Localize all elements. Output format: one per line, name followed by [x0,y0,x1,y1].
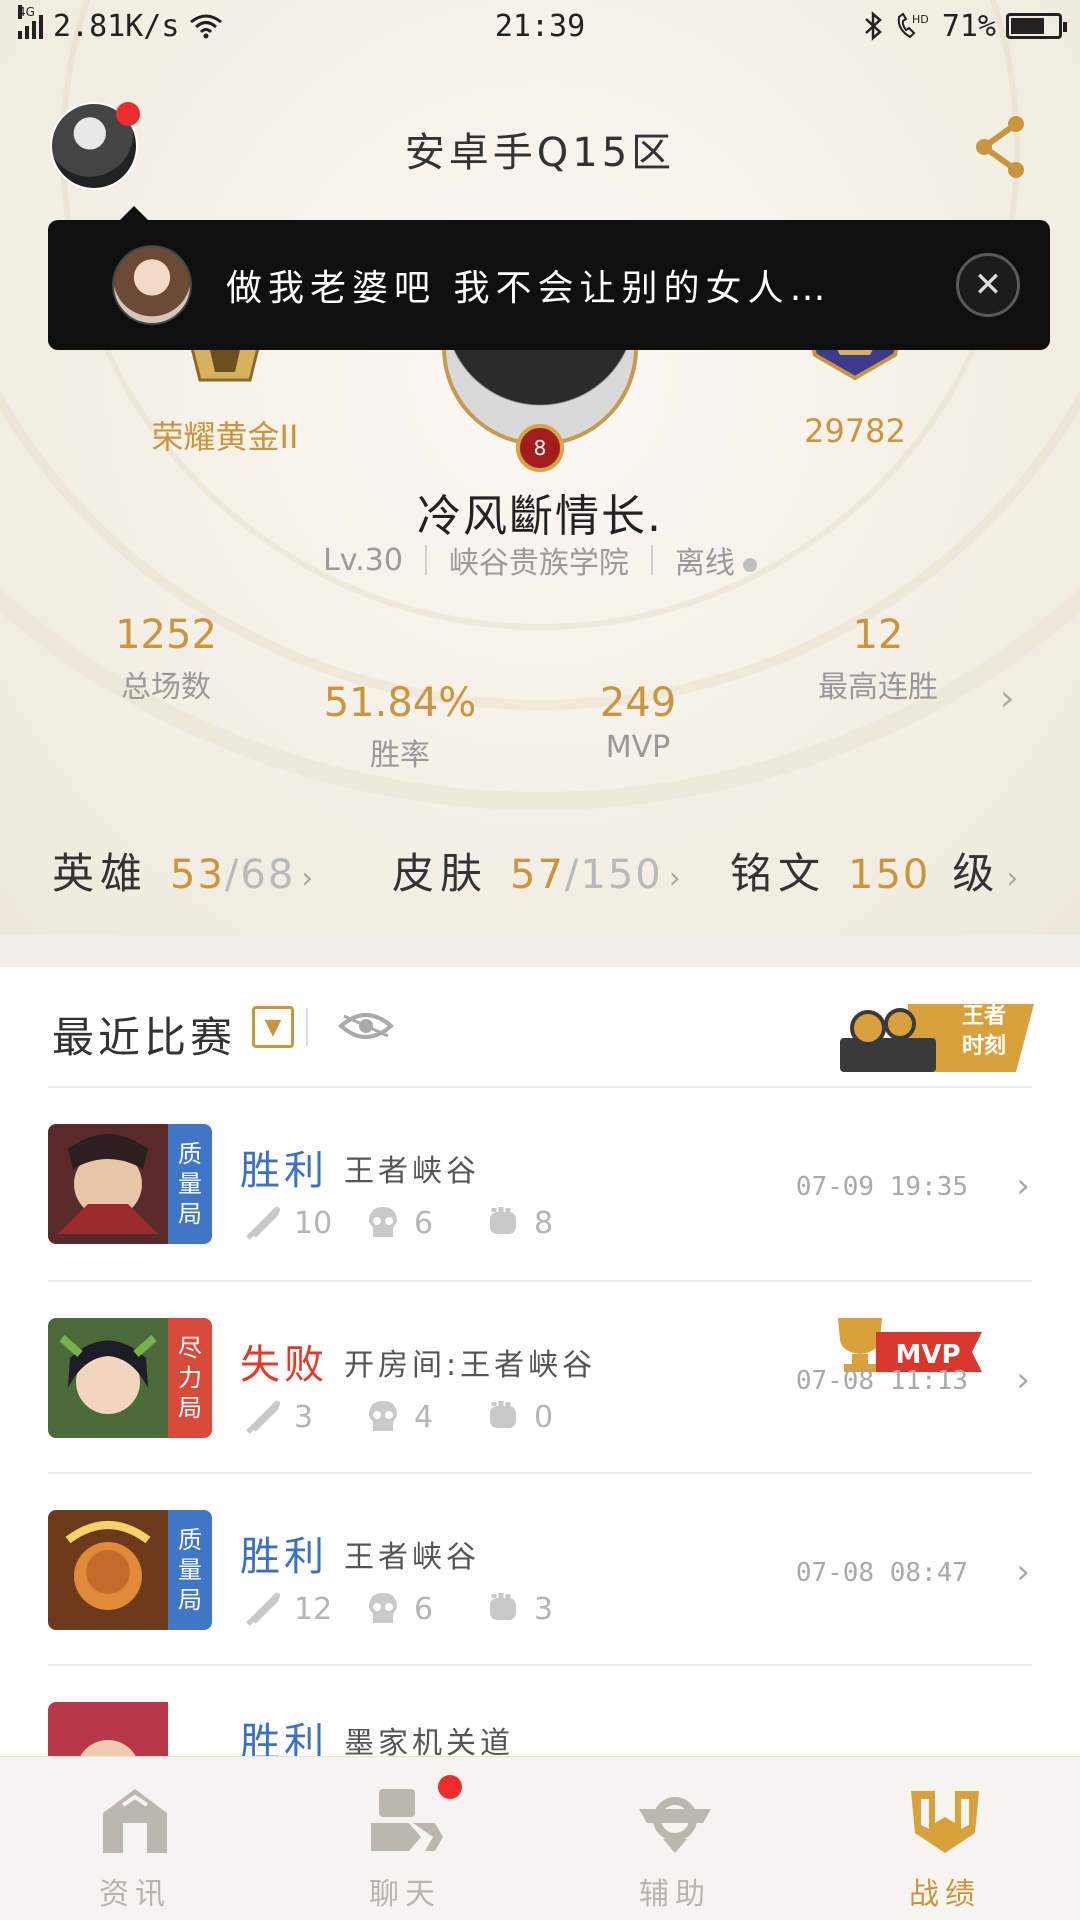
nav-assist[interactable]: 辅助 [540,1757,810,1920]
hero-collection[interactable]: 英雄 53/68 › [52,840,319,901]
bottom-nav: 资讯 聊天 辅助 战绩 [0,1756,1080,1920]
hero-portrait: 质量局 [48,1510,212,1630]
divider [650,545,653,575]
fist-icon [490,1401,516,1428]
divider [424,545,427,575]
chevron-right-icon: › [1006,861,1025,896]
match-time: 07-09 19:35 [795,1172,968,1202]
player-name: 冷风斷情长. [417,491,663,542]
chevron-right-icon: › [1016,1166,1030,1206]
recent-matches-title: 最近比赛 [52,1013,237,1062]
match-mode: 王者峡谷 [344,1154,480,1189]
news-icon [103,1789,167,1853]
message-toast[interactable]: 做我老婆吧 我不会让别的女人… ✕ [48,206,1050,350]
skull-icon [369,1593,397,1623]
match-quality-tag: 质量局 [168,1124,212,1244]
online-status: 离线 [675,538,757,582]
battery-percent: 71% [941,8,996,44]
sword-icon [246,1206,281,1240]
divider [48,1664,1032,1666]
match-row[interactable]: 质量局 胜利 王者峡谷 12 6 3 07-08 08:47 › [0,1478,1080,1670]
network-speed: 2.81K/s [53,8,180,44]
match-mode: 开房间:王者峡谷 [344,1348,597,1383]
match-row[interactable]: 质量局 胜利 王者峡谷 10 6 8 07-09 19:35 › [0,1092,1080,1284]
zone-title[interactable]: 安卓手Q15区 [0,120,1080,178]
match-quality-tag: 尽力局 [168,1318,212,1438]
hero-portrait: 尽力局 [48,1318,212,1438]
sword-icon [246,1400,281,1434]
assist-icon [639,1797,711,1853]
match-kda: 12 6 3 [244,1590,604,1628]
hd-call-icon: HD [897,12,929,39]
divider [306,1008,308,1046]
match-quality-tag: 质量局 [168,1510,212,1630]
match-result: 失败 [240,1342,328,1388]
fist-icon [490,1207,516,1234]
match-time: 07-08 11:13 [795,1366,968,1396]
collection-row: 英雄 53/68 › 皮肤 57/150 › 铭文 150 级 › [0,840,1080,900]
notification-dot [438,1775,462,1799]
chevron-right-icon: › [668,861,687,896]
match-kda: 3 4 0 [244,1398,604,1436]
match-mode: 王者峡谷 [344,1540,480,1575]
wifi-icon [190,14,223,39]
mvp-badge: MVP [838,1318,982,1372]
king-moment-button[interactable]: 王者 时刻 [838,998,1034,1078]
skin-collection[interactable]: 皮肤 57/150 › [392,840,687,901]
battery-icon [1006,13,1067,39]
section-divider [0,935,1080,967]
match-time: 07-08 08:47 [795,1558,968,1588]
status-dot-icon [742,557,757,572]
svg-text:HD: HD [912,13,929,26]
chevron-right-icon: › [1016,1360,1030,1400]
sender-avatar [112,245,192,325]
chat-icon [371,1789,443,1851]
chevron-right-icon: › [1016,1552,1030,1592]
signal-icon: 4G [18,5,43,39]
stat-win-rate[interactable]: 51.84% 胜率 [290,680,510,774]
share-icon[interactable] [972,114,1028,180]
divider [48,1086,1032,1088]
stat-total-games[interactable]: 1252 总场数 [56,612,276,706]
player-level: Lv.30 [323,542,403,578]
fist-icon [490,1593,516,1620]
bluetooth-icon [864,11,882,41]
match-row[interactable]: 尽力局 失败 开房间:王者峡谷 3 4 0 MVP 07-08 11:13 › [0,1286,1080,1478]
chevron-right-icon[interactable]: › [1000,678,1014,719]
close-icon[interactable]: ✕ [956,253,1020,317]
skull-icon [369,1207,397,1237]
nav-chat[interactable]: 聊天 [270,1757,540,1920]
match-result: 胜利 [240,1534,328,1580]
sword-icon [246,1592,281,1626]
rank-label: 荣耀黄金II [151,418,299,456]
skull-icon [369,1401,397,1431]
record-icon [911,1791,979,1853]
divider [48,1280,1032,1282]
divider [48,1472,1032,1474]
toast-message: 做我老婆吧 我不会让别的女人… [226,268,832,309]
status-bar: 4G 2.81K/s 21:39 HD 71% [0,0,1080,52]
battle-score: 29782 [804,412,906,450]
match-result: 胜利 [240,1148,328,1194]
player-sub-info: Lv.30 峡谷贵族学院 离线 [0,538,1080,582]
stat-win-streak[interactable]: 12 最高连胜 [768,612,988,706]
stat-mvp[interactable]: 249 MVP [528,680,748,765]
player-school: 峡谷贵族学院 [448,546,629,581]
inscription-collection[interactable]: 铭文 150 级 › [730,840,1024,901]
clock: 21:39 [494,8,586,44]
nav-record[interactable]: 战绩 [810,1757,1080,1920]
hero-portrait: 质量局 [48,1124,212,1244]
nav-news[interactable]: 资讯 [0,1757,270,1920]
match-kda: 10 6 8 [244,1204,604,1242]
chevron-right-icon: › [301,861,320,896]
level-badge: 8 [516,424,564,472]
eye-icon[interactable] [338,1006,394,1046]
chevron-down-icon[interactable]: ▼ [252,1006,294,1048]
